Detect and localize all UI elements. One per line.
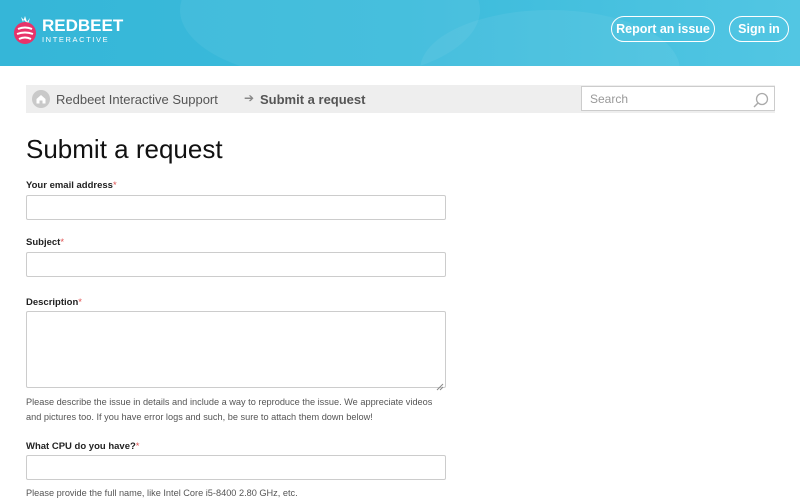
subject-label-text: Subject xyxy=(26,237,61,248)
home-icon[interactable] xyxy=(32,90,50,108)
description-hint-line: Please describe the issue in details and… xyxy=(26,397,433,407)
page-title: Submit a request xyxy=(26,134,223,164)
cpu-label-text: What CPU do you have? xyxy=(26,441,136,452)
logo-wordmark: REDBEET xyxy=(42,15,124,35)
subject-field[interactable] xyxy=(26,252,446,277)
report-issue-button[interactable]: Report an issue xyxy=(611,16,715,42)
description-textarea[interactable] xyxy=(26,311,446,391)
description-hint-line: and pictures too. If you have error logs… xyxy=(26,412,373,422)
cpu-label: What CPU do you have?* xyxy=(26,441,140,452)
required-marker: * xyxy=(135,441,140,452)
sign-in-button[interactable]: Sign in xyxy=(729,16,789,42)
breadcrumb-support-link[interactable]: Redbeet Interactive Support xyxy=(56,92,218,107)
search-input[interactable] xyxy=(590,92,740,106)
site-header: REDBEET INTERACTIVE Report an issue Sign… xyxy=(0,0,800,66)
search-box[interactable] xyxy=(581,86,775,111)
description-label-text: Description xyxy=(26,297,79,308)
required-marker: * xyxy=(112,180,117,191)
email-label: Your email address* xyxy=(26,180,117,191)
site-logo[interactable]: REDBEET INTERACTIVE xyxy=(12,12,123,48)
resize-handle-icon[interactable] xyxy=(436,378,444,391)
logo-tagline: INTERACTIVE xyxy=(42,34,110,44)
description-label: Description* xyxy=(26,297,82,308)
breadcrumb-separator-icon: ➔ xyxy=(244,91,255,105)
cpu-hint: Please provide the full name, like Intel… xyxy=(26,488,298,498)
email-label-text: Your email address xyxy=(26,180,113,191)
description-hint: Please describe the issue in details and… xyxy=(26,395,456,425)
subject-label: Subject* xyxy=(26,237,64,248)
required-marker: * xyxy=(60,237,65,248)
required-marker: * xyxy=(78,297,82,308)
beet-logo-icon xyxy=(12,15,38,45)
search-icon[interactable] xyxy=(752,91,770,109)
cpu-field[interactable] xyxy=(26,455,446,480)
breadcrumb-current: Submit a request xyxy=(260,92,366,107)
email-field[interactable] xyxy=(26,195,446,220)
